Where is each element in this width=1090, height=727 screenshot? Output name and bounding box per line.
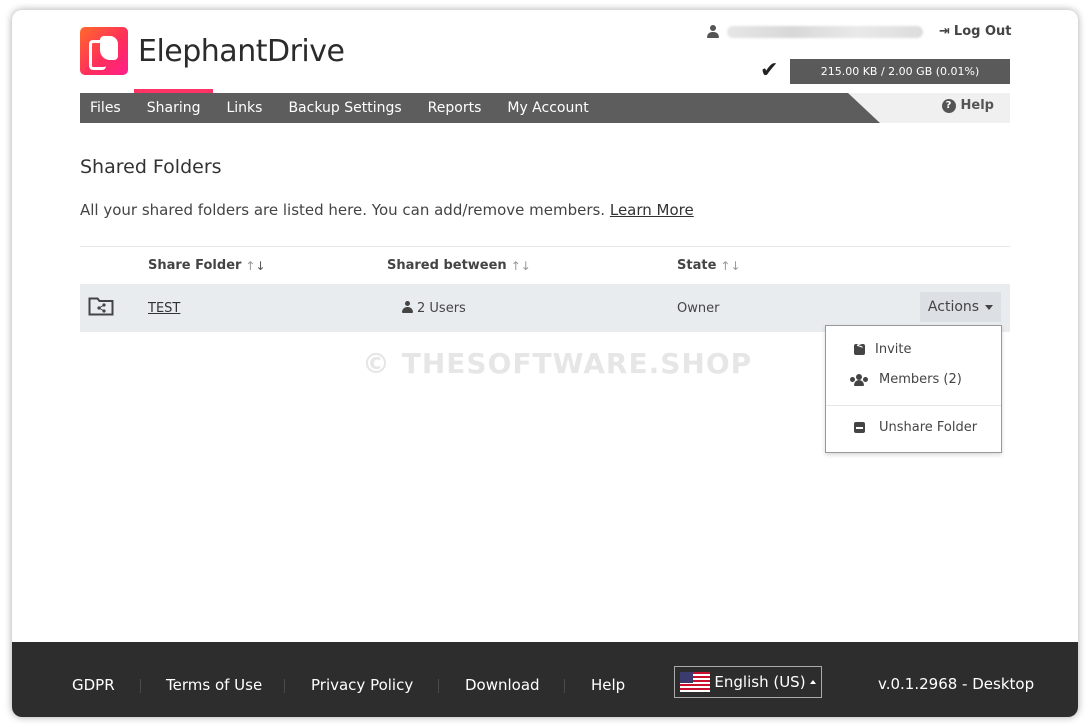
logout-link[interactable]: ⇥ Log Out: [939, 24, 1011, 39]
share-icon: [854, 341, 865, 355]
minus-square-icon: [854, 422, 865, 433]
intro-description: All your shared folders are listed here.…: [80, 201, 606, 219]
user-area: ⇥ Log Out: [707, 24, 1011, 39]
user-icon: [707, 24, 719, 39]
language-selector[interactable]: English (US): [674, 666, 822, 698]
folder-link[interactable]: TEST: [148, 301, 180, 316]
menu-divider: [826, 405, 1001, 406]
users-icon: [850, 374, 868, 386]
folder-name-cell: TEST: [148, 301, 180, 316]
page-title: Shared Folders: [80, 156, 222, 178]
user-email-redacted: [727, 25, 923, 38]
footer-link-terms[interactable]: Terms of Use: [166, 676, 262, 694]
help-link[interactable]: ? Help: [941, 93, 994, 119]
sort-icon: ↑↓: [720, 258, 741, 273]
watermark: © THESOFTWARE.SHOP: [362, 347, 753, 380]
nav-item-links[interactable]: Links: [213, 93, 275, 123]
version-label: v.0.1.2968 - Desktop: [878, 675, 1035, 693]
actions-dropdown-button[interactable]: Actions: [920, 292, 1001, 322]
column-header-shared-between[interactable]: Shared between ↑↓: [387, 258, 531, 273]
caret-down-icon: [985, 304, 994, 310]
footer-separator: [140, 679, 141, 693]
brand-name: ElephantDrive: [138, 33, 345, 69]
footer-separator: [564, 679, 565, 693]
menu-item-members[interactable]: Members (2): [826, 372, 1001, 387]
nav-item-my-account[interactable]: My Account: [494, 93, 601, 123]
footer-link-gdpr[interactable]: GDPR: [72, 676, 115, 694]
language-label: English (US): [714, 673, 806, 691]
storage-usage-text: 215.00 KB / 2.00 GB (0.01%): [820, 65, 980, 78]
logout-label: Log Out: [953, 24, 1012, 39]
elephant-logo-icon: [80, 27, 128, 75]
nav-item-files[interactable]: Files: [80, 93, 134, 123]
shared-between-cell: 2 Users: [402, 301, 466, 316]
state-cell: Owner: [677, 301, 720, 316]
help-label: Help: [960, 98, 994, 113]
learn-more-link[interactable]: Learn More: [610, 201, 694, 219]
column-header-share-folder[interactable]: Share Folder ↑↓: [148, 258, 266, 273]
table-header: Share Folder ↑↓ Shared between ↑↓ State …: [80, 246, 1010, 284]
sign-out-icon: ⇥: [939, 24, 950, 39]
column-header-state[interactable]: State ↑↓: [677, 258, 741, 273]
footer-link-help[interactable]: Help: [591, 676, 625, 694]
footer-link-download[interactable]: Download: [465, 676, 540, 694]
user-icon: [402, 301, 413, 313]
sort-icon: ↑↓: [245, 258, 266, 273]
menu-item-unshare-folder[interactable]: Unshare Folder: [826, 420, 1001, 435]
menu-item-invite[interactable]: Invite: [826, 341, 1001, 357]
shared-folders-table: Share Folder ↑↓ Shared between ↑↓ State …: [80, 246, 1010, 332]
brand-logo[interactable]: ElephantDrive: [80, 27, 345, 75]
us-flag-icon: [680, 672, 711, 692]
footer-separator: [438, 679, 439, 693]
footer-separator: [284, 679, 285, 693]
app-window: ElephantDrive ⇥ Log Out ✔ 215.00 KB / 2.…: [12, 10, 1078, 717]
question-circle-icon: ?: [941, 99, 956, 113]
nav-item-sharing[interactable]: Sharing: [133, 89, 214, 123]
nav-item-backup-settings[interactable]: Backup Settings: [275, 93, 414, 123]
intro-text: All your shared folders are listed here.…: [80, 201, 694, 219]
storage-usage-bar: 215.00 KB / 2.00 GB (0.01%): [790, 59, 1010, 84]
checkmark-icon: ✔: [760, 58, 779, 83]
caret-up-icon: [809, 680, 816, 684]
shared-folder-icon: [88, 297, 114, 316]
sort-icon: ↑↓: [510, 258, 531, 273]
nav-item-reports[interactable]: Reports: [415, 93, 495, 123]
actions-menu: Invite Members (2) Unshare Folder: [825, 325, 1002, 453]
footer-link-privacy[interactable]: Privacy Policy: [311, 676, 413, 694]
footer: GDPR Terms of Use Privacy Policy Downloa…: [12, 642, 1078, 717]
main-nav: Files Sharing Links Backup Settings Repo…: [80, 89, 1010, 123]
